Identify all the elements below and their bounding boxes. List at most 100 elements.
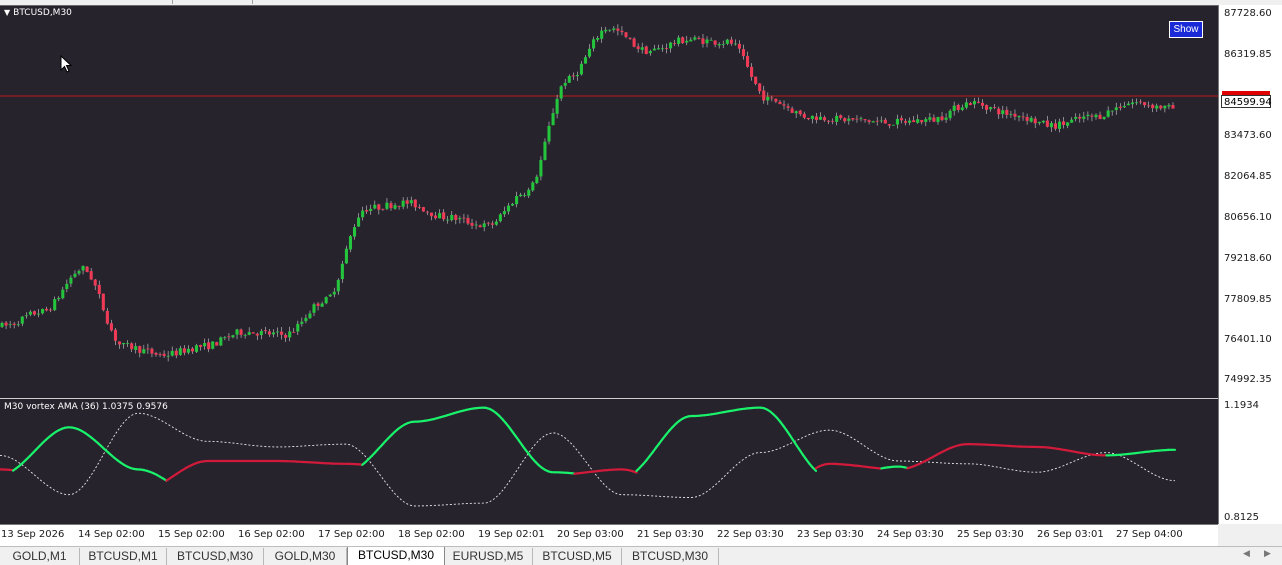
candle-body <box>584 57 587 63</box>
tab-eurusd-m5[interactable]: EURUSD,M5 <box>444 548 533 565</box>
candle-body <box>936 117 939 122</box>
candle-body <box>997 109 1000 115</box>
time-label: 16 Sep 02:00 <box>238 529 305 540</box>
candle-body <box>110 323 113 330</box>
time-label: 14 Sep 02:00 <box>78 529 145 540</box>
time-label: 26 Sep 03:01 <box>1037 529 1104 540</box>
candle-body <box>1090 115 1093 116</box>
candle-body <box>195 345 198 352</box>
chevron-left-icon[interactable]: ◀ <box>1243 549 1250 559</box>
candle-body <box>916 119 919 123</box>
candle-body <box>855 119 858 120</box>
candle-body <box>1001 110 1004 114</box>
chart-canvas[interactable] <box>0 0 1218 524</box>
candle-body <box>523 195 526 196</box>
candle-body <box>317 304 320 306</box>
candle-body <box>106 311 109 324</box>
candle-body <box>1022 117 1025 118</box>
candle-body <box>276 332 279 333</box>
candle-body <box>705 40 708 44</box>
price-level: 86319.85 <box>1224 49 1272 60</box>
candle-body <box>252 332 255 333</box>
candle-body <box>977 102 980 103</box>
candle-body <box>215 342 218 345</box>
time-label: 23 Sep 03:30 <box>797 529 864 540</box>
triangle-down-icon[interactable]: ▼ <box>4 8 10 17</box>
time-label: 13 Sep 2026 <box>1 529 64 540</box>
candle-body <box>633 39 636 47</box>
candle-body <box>823 117 826 120</box>
candle-body <box>600 31 603 39</box>
tab-btcusd-m30-active[interactable]: BTCUSD,M30 <box>347 547 445 565</box>
candle-body <box>1107 110 1110 116</box>
tab-gold-m30[interactable]: GOLD,M30 <box>264 548 347 565</box>
tab-btcusd-m30[interactable]: BTCUSD,M30 <box>167 548 264 565</box>
show-button[interactable]: Show <box>1169 21 1203 38</box>
price-level: 76401.10 <box>1224 334 1272 345</box>
candle-body <box>1086 115 1089 116</box>
candle-body <box>961 107 964 110</box>
tab-btcusd-m30-2[interactable]: BTCUSD,M30 <box>622 548 719 565</box>
chevron-right-icon[interactable]: ▶ <box>1264 549 1271 559</box>
candle-body <box>1058 122 1061 129</box>
candle-body <box>138 346 141 353</box>
candle-body <box>718 44 721 45</box>
candle-body <box>552 113 555 125</box>
candle-body <box>714 41 717 45</box>
candle-body <box>778 102 781 104</box>
candle-body <box>223 337 226 338</box>
chart-symbol-title[interactable]: ▼BTCUSD,M30 <box>4 8 72 18</box>
candle-body <box>547 126 550 142</box>
candle-body <box>256 334 259 336</box>
candle-body <box>864 119 867 120</box>
candle-body <box>296 324 299 332</box>
chart-tab-bar: GOLD,M1 BTCUSD,M1 BTCUSD,M30 GOLD,M30 BT… <box>0 546 1282 565</box>
tab-btcusd-m1[interactable]: BTCUSD,M1 <box>80 548 167 565</box>
candle-body <box>118 341 121 344</box>
candle-body <box>762 90 765 100</box>
candle-body <box>596 38 599 40</box>
candle-body <box>1066 122 1069 125</box>
candle-body <box>896 119 899 125</box>
candle-body <box>260 331 263 335</box>
time-axis[interactable]: 13 Sep 2026 14 Sep 02:00 15 Sep 02:00 16… <box>0 524 1218 547</box>
price-axis[interactable]: 87728.60 86319.85 83473.60 82064.85 8065… <box>1218 5 1282 524</box>
candle-body <box>872 121 875 122</box>
candle-body <box>446 220 449 221</box>
candle-body <box>187 349 190 353</box>
candle-body <box>803 114 806 118</box>
candle-body <box>434 216 437 219</box>
candle-body <box>349 236 352 249</box>
tab-gold-m1[interactable]: GOLD,M1 <box>0 548 80 565</box>
candle-body <box>876 121 879 122</box>
candle-body <box>1078 117 1081 119</box>
candle-body <box>774 99 777 102</box>
candle-body <box>993 107 996 108</box>
candle-body <box>175 351 178 356</box>
time-label: 17 Sep 02:00 <box>318 529 385 540</box>
candle-body <box>264 330 267 331</box>
candle-body <box>807 118 810 119</box>
candle-body <box>726 40 729 44</box>
candle-body <box>475 225 478 226</box>
candle-body <box>681 37 684 43</box>
candle-body <box>57 298 60 299</box>
candle-body <box>750 67 753 77</box>
candle-body <box>1123 106 1126 107</box>
candle-body <box>1119 107 1122 108</box>
candle-body <box>389 203 392 208</box>
candle-body <box>1147 105 1150 106</box>
candle-body <box>629 38 632 39</box>
candle-body <box>171 351 174 356</box>
candle-body <box>1155 106 1158 109</box>
tab-btcusd-m5[interactable]: BTCUSD,M5 <box>533 548 622 565</box>
price-level: 79218.60 <box>1224 253 1272 264</box>
candle-body <box>426 212 429 213</box>
candle-body <box>539 160 542 177</box>
candle-body <box>231 335 234 337</box>
candle-body <box>450 215 453 220</box>
candle-body <box>689 40 692 42</box>
candle-body <box>479 225 482 227</box>
candle-body <box>645 46 648 54</box>
candle-body <box>819 117 822 120</box>
